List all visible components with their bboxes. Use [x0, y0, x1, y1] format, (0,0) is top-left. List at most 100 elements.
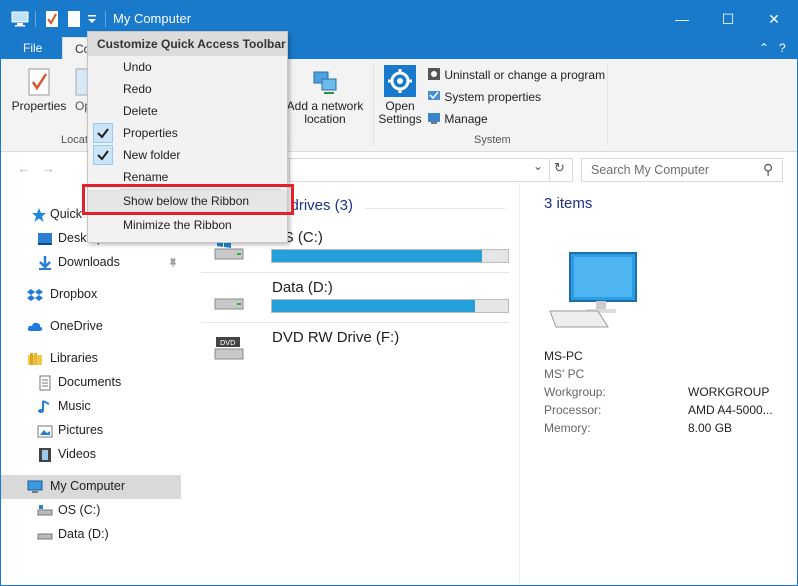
back-icon[interactable]: ← — [17, 160, 31, 176]
memory-key: Memory: — [544, 421, 591, 435]
open-settings-label-2: Settings — [378, 112, 422, 126]
system-properties-icon — [428, 91, 440, 100]
highlight-box — [82, 184, 294, 215]
open-settings-button[interactable]: Open Settings — [376, 65, 424, 126]
nav-item-music[interactable]: Music — [1, 395, 181, 419]
nav-item-pictures[interactable]: Pictures — [1, 419, 181, 443]
menu-item-delete[interactable]: Delete — [88, 100, 287, 122]
properties-check-icon[interactable] — [45, 10, 59, 28]
search-input[interactable]: Search My Computer — [591, 163, 709, 177]
menu-item-label: Properties — [123, 126, 178, 140]
music-icon — [38, 400, 50, 413]
menu-item-label: Rename — [123, 170, 169, 184]
search-icon[interactable]: ⚲ — [763, 161, 773, 178]
help-icon[interactable]: ? — [779, 41, 786, 55]
location-group-label: Locat — [61, 134, 88, 146]
nav-item-label: Videos — [58, 447, 96, 461]
download-icon — [39, 256, 51, 270]
forward-icon[interactable]: → — [41, 160, 55, 176]
navigation-pane: Quick Desktop Downloads Dropbox OneDrive… — [1, 183, 183, 585]
maximize-button[interactable]: ☐ — [705, 1, 751, 37]
system-properties-button[interactable]: System properties — [427, 89, 541, 104]
add-network-location-button[interactable]: Add a network location — [285, 69, 365, 126]
gear-icon — [384, 65, 416, 97]
pictures-icon — [37, 425, 53, 438]
properties-icon — [28, 68, 50, 96]
menu-item-properties[interactable]: Properties — [88, 122, 287, 144]
nav-item-my-computer[interactable]: My Computer — [1, 475, 181, 499]
group-divider — [365, 208, 505, 209]
tab-file[interactable]: File — [11, 37, 54, 59]
star-icon — [32, 208, 46, 222]
manage-button[interactable]: Manage — [427, 111, 488, 126]
address-bar[interactable] — [289, 158, 573, 182]
nav-item-label: My Computer — [50, 479, 126, 493]
nav-item-documents[interactable]: Documents — [1, 371, 181, 395]
nav-item-data-drive[interactable]: Data (D:) — [1, 523, 181, 547]
drive-divider — [201, 322, 509, 323]
nav-item-label: Dropbox — [50, 287, 98, 301]
maximize-icon: ☐ — [721, 11, 735, 27]
nav-item-downloads[interactable]: Downloads — [1, 251, 181, 275]
nav-item-libraries[interactable]: Libraries — [1, 347, 181, 371]
drive-item-dvd[interactable]: DVD DVD RW Drive (F:) — [213, 329, 523, 369]
new-folder-icon[interactable] — [67, 10, 81, 28]
menu-item-redo[interactable]: Redo — [88, 78, 287, 100]
nav-item-dropbox[interactable]: Dropbox — [1, 283, 181, 307]
drive-icon — [37, 505, 53, 516]
nav-item-label: Pictures — [58, 423, 104, 437]
nav-item-label: Data (D:) — [58, 527, 109, 541]
uninstall-program-button[interactable]: Uninstall or change a program — [427, 67, 605, 82]
checkmark-icon — [93, 145, 113, 165]
nav-item-label: OneDrive — [50, 319, 103, 333]
drive-name: DVD RW Drive (F:) — [272, 329, 400, 346]
qat-dropdown-button[interactable] — [87, 13, 99, 27]
processor-value: AMD A4-5000... — [688, 403, 773, 417]
menu-item-undo[interactable]: Undo — [88, 56, 287, 78]
refresh-icon[interactable]: ↻ — [554, 160, 565, 176]
computer-icon — [27, 480, 43, 493]
nav-item-onedrive[interactable]: OneDrive — [1, 315, 181, 339]
libraries-icon — [28, 353, 42, 365]
pin-icon — [169, 258, 177, 267]
ribbon-separator — [607, 63, 608, 145]
close-button[interactable]: ✕ — [751, 1, 797, 37]
workgroup-key: Workgroup: — [544, 385, 606, 399]
properties-label: Properties — [11, 99, 67, 113]
minimize-button[interactable]: — — [659, 1, 705, 37]
menu-item-label: Undo — [123, 60, 152, 74]
checkmark-icon — [93, 123, 113, 143]
dropbox-icon — [27, 289, 43, 301]
menu-item-new-folder[interactable]: New folder — [88, 144, 287, 166]
ribbon-separator — [373, 63, 374, 145]
menu-item-minimize-ribbon[interactable]: Minimize the Ribbon — [88, 214, 287, 236]
uninstall-icon — [428, 68, 440, 80]
drive-usage-fill — [272, 250, 483, 262]
address-dropdown-icon[interactable]: ⌄ — [533, 159, 543, 173]
add-network-location-label-2: location — [304, 112, 346, 126]
menu-item-label: New folder — [123, 148, 181, 162]
videos-icon — [39, 448, 51, 462]
properties-button[interactable]: Properties — [9, 67, 69, 113]
drive-usage-bar — [271, 249, 509, 263]
nav-item-os-drive[interactable]: OS (C:) — [1, 499, 181, 523]
dvd-drive-icon: DVD — [214, 337, 244, 360]
manage-label: Manage — [444, 112, 488, 126]
close-icon: ✕ — [768, 11, 780, 27]
memory-value: 8.00 GB — [688, 421, 733, 435]
menu-item-label: Delete — [123, 104, 158, 118]
item-count: 3 items — [544, 195, 593, 212]
nav-item-label: Documents — [58, 375, 122, 389]
drive-item-data[interactable]: Data (D:) — [213, 279, 523, 319]
nav-item-label: Music — [58, 399, 91, 413]
nav-item-label: Libraries — [50, 351, 98, 365]
nav-item-videos[interactable]: Videos — [1, 443, 181, 467]
nav-item-label: Quick — [50, 207, 82, 221]
processor-key: Processor: — [544, 403, 602, 417]
search-box[interactable]: Search My Computer ⚲ — [581, 158, 783, 182]
nav-item-label: OS (C:) — [58, 503, 101, 517]
cloud-icon — [27, 322, 43, 331]
menu-item-label: Minimize the Ribbon — [123, 218, 232, 232]
collapse-ribbon-icon[interactable]: ⌃ — [759, 41, 769, 55]
uninstall-label: Uninstall or change a program — [444, 68, 606, 82]
